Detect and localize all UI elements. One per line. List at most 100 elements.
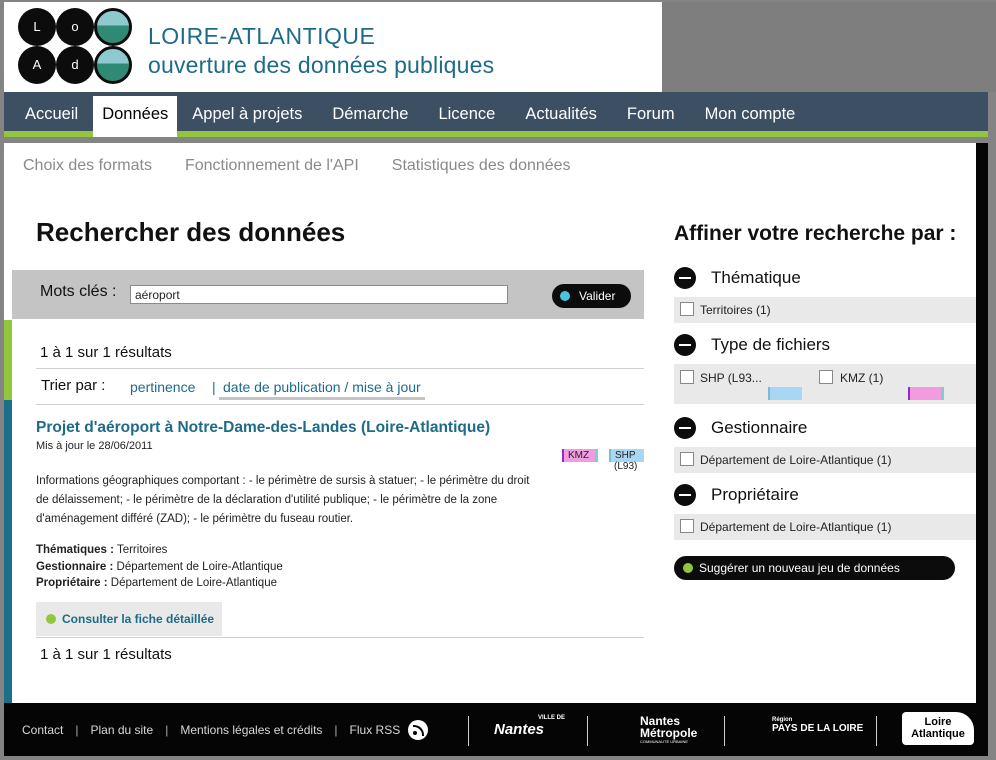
result-meta-manager: Gestionnaire : Département de Loire-Atla… xyxy=(36,561,283,573)
keywords-input[interactable] xyxy=(130,285,508,304)
format-badge-kmz: KMZ xyxy=(562,449,598,462)
checkbox-proprietaire-departement[interactable] xyxy=(680,519,694,533)
logo-loire-atlantique[interactable]: Loire Atlantique xyxy=(902,712,974,745)
footer-divider xyxy=(468,716,469,746)
partner-name: PAYS DE LA LOIRE xyxy=(772,723,864,734)
valider-button[interactable]: Valider xyxy=(552,284,631,308)
logo-letter-o: o xyxy=(56,8,94,46)
result-updated-date: Mis à jour le 28/06/2011 xyxy=(36,440,153,452)
main-nav: Accueil Données Appel à projets Démarche… xyxy=(4,92,988,137)
checkbox-territoires[interactable] xyxy=(680,302,694,316)
collapse-minus-icon xyxy=(674,484,696,506)
meta-value: Territoires xyxy=(113,544,168,556)
meta-label: Thématiques : xyxy=(36,544,114,556)
results-count-bottom: 1 à 1 sur 1 résultats xyxy=(40,646,172,663)
checkbox-shp[interactable] xyxy=(680,370,694,384)
facet-option-label: SHP (L93... xyxy=(700,371,762,385)
logo-nantes-metropole[interactable]: Nantes Métropole COMMUNAUTÉ URBAINE xyxy=(614,715,697,744)
left-accent-blue xyxy=(4,400,12,703)
subnav-statistiques[interactable]: Statistiques des données xyxy=(392,157,571,175)
logo-letter-d: d xyxy=(56,46,94,84)
nav-item-licence[interactable]: Licence xyxy=(423,92,510,137)
checkbox-gestionnaire-departement[interactable] xyxy=(680,452,694,466)
facet-label: Gestionnaire xyxy=(711,418,808,437)
page-title: Rechercher des données xyxy=(36,217,346,247)
result-meta-owner: Propriétaire : Département de Loire-Atla… xyxy=(36,577,277,589)
footer-link-flux-rss[interactable]: Flux RSS xyxy=(350,723,401,737)
checkbox-kmz[interactable] xyxy=(819,370,833,384)
subnav-choix-des-formats[interactable]: Choix des formats xyxy=(23,157,152,175)
partner-sub: Métropole xyxy=(640,726,698,740)
meta-label: Gestionnaire : xyxy=(36,561,114,573)
left-accent-green xyxy=(4,320,12,400)
facet-label: Thématique xyxy=(711,268,801,287)
nav-item-demarche[interactable]: Démarche xyxy=(317,92,423,137)
facet-option-label: Territoires (1) xyxy=(700,303,771,317)
footer-divider xyxy=(587,716,588,746)
logo-letter-l: L xyxy=(18,8,56,46)
nav-item-donnees[interactable]: Données xyxy=(93,96,178,137)
consult-details-button[interactable]: Consulter la fiche détaillée xyxy=(36,602,222,636)
facet-option-label: Département de Loire-Atlantique (1) xyxy=(700,453,892,467)
search-bar: Mots clés : Valider xyxy=(12,270,644,319)
partner-name: Nantes xyxy=(494,721,545,738)
site-footer: Contact | Plan du site | Mentions légale… xyxy=(4,703,988,756)
header-shadow xyxy=(662,2,996,92)
sort-pertinence-link[interactable]: pertinence xyxy=(130,379,195,395)
shp-color-swatch xyxy=(768,387,802,400)
footer-separator: | xyxy=(334,723,338,737)
sort-separator: | xyxy=(212,379,216,395)
collapse-minus-icon xyxy=(674,334,696,356)
footer-link-plan-du-site[interactable]: Plan du site xyxy=(90,723,153,737)
nav-item-appel-a-projets[interactable]: Appel à projets xyxy=(177,92,317,137)
meta-label: Propriétaire : xyxy=(36,577,108,589)
facet-option-label: KMZ (1) xyxy=(840,371,884,385)
site-title[interactable]: LOIRE-ATLANTIQUE ouverture des données p… xyxy=(148,22,494,80)
sub-nav: Choix des formats Fonctionnement de l'AP… xyxy=(23,157,571,175)
kmz-color-swatch xyxy=(908,387,944,400)
refine-title: Affiner votre recherche par : xyxy=(674,222,957,245)
logo-ville-de-nantes[interactable]: VILLE DE Nantes xyxy=(494,715,565,738)
facet-option-label: Département de Loire-Atlantique (1) xyxy=(700,520,892,534)
rss-icon[interactable] xyxy=(408,720,429,740)
nav-item-actualites[interactable]: Actualités xyxy=(510,92,612,137)
footer-link-mentions-legales[interactable]: Mentions légales et crédits xyxy=(180,723,322,737)
facet-label: Type de fichiers xyxy=(711,335,831,354)
subnav-fonctionnement-api[interactable]: Fonctionnement de l'API xyxy=(185,157,359,175)
collapse-minus-icon xyxy=(674,267,696,289)
page-shadow xyxy=(976,143,988,703)
facet-label: Propriétaire xyxy=(711,485,799,504)
results-count-top: 1 à 1 sur 1 résultats xyxy=(40,344,172,361)
footer-links: Contact | Plan du site | Mentions légale… xyxy=(22,720,429,740)
logo-diamond-icon xyxy=(88,40,100,52)
footer-divider xyxy=(876,716,877,746)
site-logo[interactable]: L o A d xyxy=(18,8,132,86)
result-description: Informations géographiques comportant : … xyxy=(36,475,530,525)
suggest-dataset-button[interactable]: Suggérer un nouveau jeu de données xyxy=(674,556,955,580)
divider xyxy=(36,637,644,638)
facet-body-gestionnaire: Département de Loire-Atlantique (1) xyxy=(674,447,976,473)
divider xyxy=(36,368,644,369)
logo-diamond-icon xyxy=(50,40,62,52)
partner-name: Loire xyxy=(924,716,952,728)
logo-region-pays-de-la-loire[interactable]: Région PAYS DE LA LOIRE xyxy=(748,717,863,734)
footer-divider xyxy=(724,716,725,746)
facet-body-proprietaire: Département de Loire-Atlantique (1) xyxy=(674,514,976,540)
nav-item-mon-compte[interactable]: Mon compte xyxy=(690,92,811,137)
result-title-link[interactable]: Projet d'aéroport à Notre-Dame-des-Lande… xyxy=(36,419,490,437)
sort-date-link[interactable]: date de publication / mise à jour xyxy=(219,379,425,400)
divider xyxy=(36,404,644,405)
keywords-label: Mots clés : xyxy=(40,283,117,300)
nav-item-forum[interactable]: Forum xyxy=(612,92,690,137)
format-badge-shp-projection: (L93) xyxy=(614,461,638,472)
meta-value: Département de Loire-Atlantique xyxy=(107,577,277,589)
partner-sub: Atlantique xyxy=(911,728,965,740)
facet-body-thematique: Territoires (1) xyxy=(674,297,976,323)
footer-separator: | xyxy=(165,723,169,737)
site-title-line1: LOIRE-ATLANTIQUE xyxy=(148,23,376,49)
site-title-line2: ouverture des données publiques xyxy=(148,52,495,78)
footer-link-contact[interactable]: Contact xyxy=(22,723,63,737)
logo-image-icon xyxy=(94,8,132,46)
nav-item-accueil[interactable]: Accueil xyxy=(4,92,93,137)
logo-image-icon xyxy=(94,46,132,84)
